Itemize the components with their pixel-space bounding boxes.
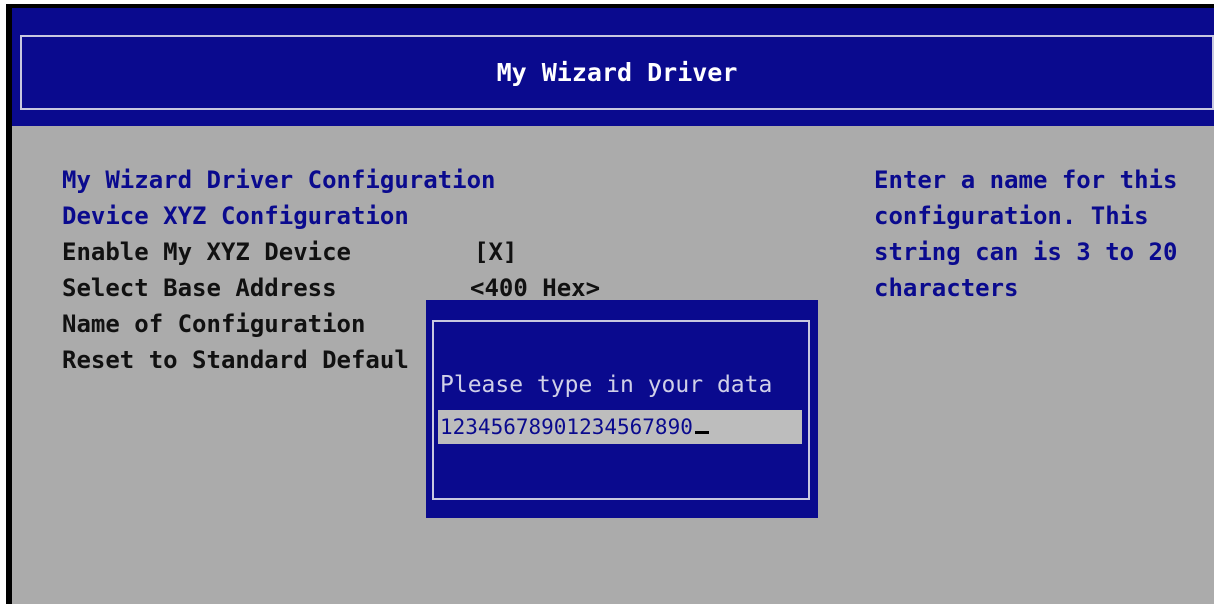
help-line: characters (874, 274, 1019, 302)
window-title: My Wizard Driver (496, 58, 738, 87)
help-line: configuration. This (874, 202, 1149, 230)
config-name-input-value: 12345678901234567890 (440, 415, 693, 439)
text-cursor (694, 431, 709, 434)
help-line: string can is 3 to 20 (874, 238, 1178, 266)
menu-item-base-address[interactable]: Select Base Address (62, 270, 337, 306)
menu-subheading: Device XYZ Configuration (62, 202, 409, 230)
title-frame: My Wizard Driver (20, 35, 1214, 110)
bios-screen: My Wizard Driver My Wizard Driver Config… (6, 4, 1214, 604)
enable-device-checkbox[interactable]: [X] (474, 234, 517, 270)
title-bar: My Wizard Driver (12, 8, 1214, 126)
help-line: Enter a name for this (874, 166, 1178, 194)
config-name-input[interactable]: 12345678901234567890 (438, 410, 802, 444)
help-panel: Enter a name for this configuration. Thi… (874, 162, 1177, 306)
menu-item-reset-defaults[interactable]: Reset to Standard Defaul (62, 342, 409, 378)
dialog-prompt: Please type in your data (440, 372, 773, 398)
menu-item-enable-device[interactable]: Enable My XYZ Device (62, 234, 351, 270)
menu-item-config-name[interactable]: Name of Configuration (62, 306, 365, 342)
menu-heading: My Wizard Driver Configuration (62, 166, 496, 194)
data-entry-dialog: Please type in your data 123456789012345… (426, 300, 818, 518)
setup-body: My Wizard Driver Configuration Device XY… (12, 126, 1214, 604)
